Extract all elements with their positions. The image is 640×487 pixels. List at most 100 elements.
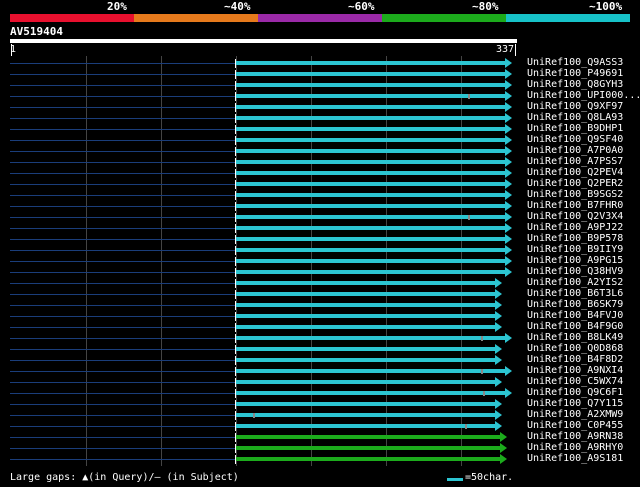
alignment-bar[interactable]	[235, 171, 505, 175]
unaligned-region-line	[10, 371, 235, 372]
alignment-bar[interactable]	[235, 160, 505, 164]
alignment-bar[interactable]	[235, 127, 505, 131]
alignment-bar[interactable]	[235, 215, 505, 219]
hit-label[interactable]: UniRef100_Q7Y115	[527, 398, 623, 409]
query-end-label: 337	[496, 44, 515, 55]
alignment-bar[interactable]	[235, 369, 505, 373]
hit-label[interactable]: UniRef100_P49691	[527, 68, 623, 79]
alignment-start-tick	[235, 180, 236, 189]
hit-label[interactable]: UniRef100_A2XMW9	[527, 409, 623, 420]
alignment-arrow-icon	[504, 333, 512, 343]
alignment-bar[interactable]	[235, 72, 505, 76]
hit-label[interactable]: UniRef100_Q9XF97	[527, 101, 623, 112]
hit-label[interactable]: UniRef100_A9PG15	[527, 255, 623, 266]
alignment-bar[interactable]	[235, 193, 505, 197]
alignment-bar[interactable]	[235, 105, 505, 109]
alignment-bar[interactable]	[235, 391, 505, 395]
alignment-bar[interactable]	[235, 83, 505, 87]
alignment-arrow-icon	[504, 201, 512, 211]
alignment-bar[interactable]	[235, 424, 495, 428]
gap-marker	[467, 215, 470, 220]
alignment-arrow-icon	[499, 432, 507, 442]
alignment-bar[interactable]	[235, 380, 495, 384]
query-end-tick	[515, 44, 516, 56]
alignment-bar[interactable]	[235, 325, 495, 329]
alignment-start-tick	[235, 246, 236, 255]
alignment-bar[interactable]	[235, 457, 500, 461]
alignment-bar[interactable]	[235, 292, 495, 296]
alignment-arrow-icon	[504, 190, 512, 200]
unaligned-region-line	[10, 250, 235, 251]
hit-label[interactable]: UniRef100_B8LK49	[527, 332, 623, 343]
hit-label[interactable]: UniRef100_B9DHP1	[527, 123, 623, 134]
alignment-bar[interactable]	[235, 138, 505, 142]
hit-label[interactable]: UniRef100_B4F9G0	[527, 321, 623, 332]
hit-label[interactable]: UniRef100_B6T3L6	[527, 288, 623, 299]
hit-label[interactable]: UniRef100_A9PJ22	[527, 222, 623, 233]
hit-label[interactable]: UniRef100_A7PSS7	[527, 156, 623, 167]
hit-label[interactable]: UniRef100_Q2V3X4	[527, 211, 623, 222]
alignment-arrow-icon	[499, 454, 507, 464]
hit-label[interactable]: UniRef100_B7FHR0	[527, 200, 623, 211]
hit-label[interactable]: UniRef100_A9S181	[527, 453, 623, 464]
hit-label[interactable]: UniRef100_A7P0A0	[527, 145, 623, 156]
alignment-bar[interactable]	[235, 314, 495, 318]
hit-label[interactable]: UniRef100_Q2PER2	[527, 178, 623, 189]
hit-label[interactable]: UniRef100_Q9SF40	[527, 134, 623, 145]
alignment-bar[interactable]	[235, 413, 495, 417]
hit-label[interactable]: UniRef100_A2YIS2	[527, 277, 623, 288]
hit-label[interactable]: UniRef100_Q9ASS3	[527, 57, 623, 68]
alignment-bar[interactable]	[235, 248, 505, 252]
alignment-bar[interactable]	[235, 182, 505, 186]
hit-label[interactable]: UniRef100_C0P455	[527, 420, 623, 431]
hit-label[interactable]: UniRef100_B9P578	[527, 233, 623, 244]
alignment-arrow-icon	[504, 179, 512, 189]
alignment-bar[interactable]	[235, 226, 505, 230]
hit-label[interactable]: UniRef100_A9NXI4	[527, 365, 623, 376]
hit-label[interactable]: UniRef100_A9RN38	[527, 431, 623, 442]
alignment-bar[interactable]	[235, 149, 505, 153]
alignment-bar[interactable]	[235, 446, 500, 450]
hit-label[interactable]: UniRef100_B4FVJ0	[527, 310, 623, 321]
alignment-bar[interactable]	[235, 402, 495, 406]
hit-label[interactable]: UniRef100_Q8LA93	[527, 112, 623, 123]
hit-label[interactable]: UniRef100_B4F8D2	[527, 354, 623, 365]
alignment-bar[interactable]	[235, 303, 495, 307]
alignment-start-tick	[235, 147, 236, 156]
alignment-bar[interactable]	[235, 435, 500, 439]
alignment-bar[interactable]	[235, 237, 505, 241]
alignment-start-tick	[235, 411, 236, 420]
alignment-bar[interactable]	[235, 61, 505, 65]
alignment-bar[interactable]	[235, 270, 505, 274]
alignment-arrow-icon	[504, 113, 512, 123]
hit-label[interactable]: UniRef100_Q0D868	[527, 343, 623, 354]
hit-label[interactable]: UniRef100_A9RHY0	[527, 442, 623, 453]
hit-label[interactable]: UniRef100_B6SK79	[527, 299, 623, 310]
alignment-bar[interactable]	[235, 347, 495, 351]
alignment-arrow-icon	[504, 157, 512, 167]
alignment-bar[interactable]	[235, 116, 505, 120]
hit-label[interactable]: UniRef100_Q2PEV4	[527, 167, 623, 178]
identity-scale-label: ~60%	[348, 0, 375, 13]
hit-label[interactable]: UniRef100_Q8GYH3	[527, 79, 623, 90]
alignment-bar[interactable]	[235, 259, 505, 263]
hit-label[interactable]: UniRef100_Q38HV9	[527, 266, 623, 277]
alignment-start-tick	[235, 389, 236, 398]
hit-label[interactable]: UniRef100_Q9C6F1	[527, 387, 623, 398]
alignment-arrow-icon	[494, 289, 502, 299]
unaligned-region-line	[10, 184, 235, 185]
alignment-arrow-icon	[494, 421, 502, 431]
alignment-bar[interactable]	[235, 94, 505, 98]
alignment-start-tick	[235, 455, 236, 464]
alignment-bar[interactable]	[235, 204, 505, 208]
hit-row[interactable]: UniRef100_A9S181	[0, 453, 640, 465]
alignment-bar[interactable]	[235, 281, 495, 285]
hit-label[interactable]: UniRef100_B9SGS2	[527, 189, 623, 200]
unaligned-region-line	[10, 426, 235, 427]
hit-label[interactable]: UniRef100_C5WX74	[527, 376, 623, 387]
hit-label[interactable]: UniRef100_B9IIY9	[527, 244, 623, 255]
alignment-bar[interactable]	[235, 336, 505, 340]
alignment-bar[interactable]	[235, 358, 495, 362]
hit-label[interactable]: UniRef100_UPI000...	[527, 90, 640, 101]
alignment-arrow-icon	[504, 212, 512, 222]
